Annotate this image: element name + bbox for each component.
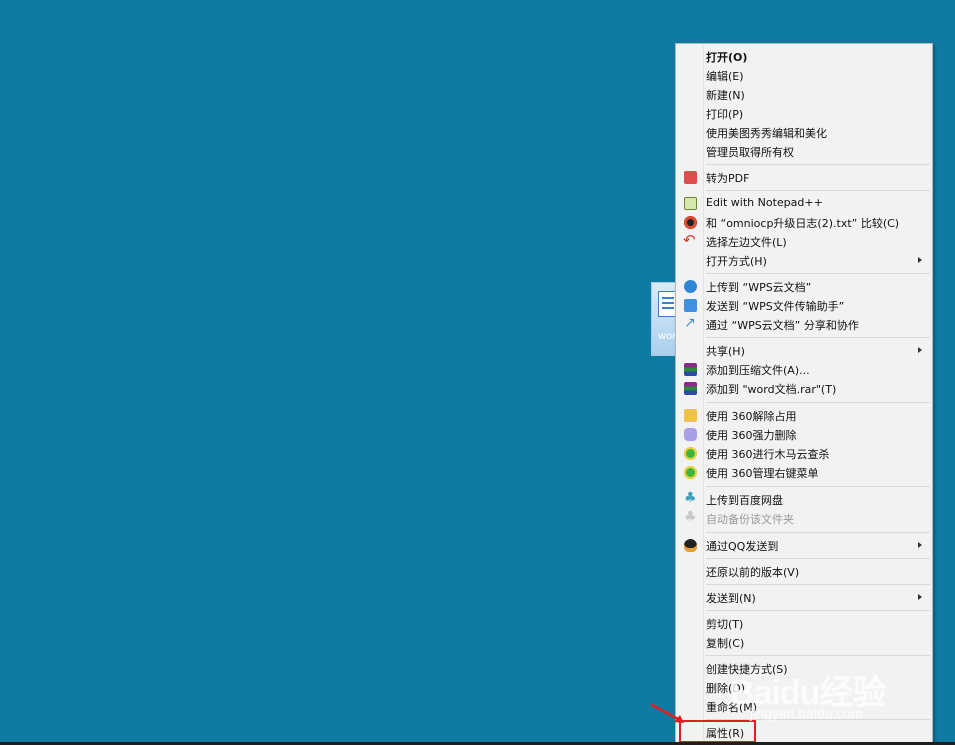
menu-item-label: 添加到 "word文档.rar"(T) bbox=[706, 383, 837, 396]
menu-item-label: 创建快捷方式(S) bbox=[706, 663, 788, 676]
qq-icon bbox=[684, 539, 697, 552]
menu-item-upload-baidu-pan[interactable]: 上传到百度网盘 bbox=[678, 490, 930, 509]
menu-item-label: 打印(P) bbox=[706, 108, 744, 121]
menu-separator bbox=[706, 610, 930, 611]
winrar-icon bbox=[684, 382, 697, 395]
menu-item-label: 转为PDF bbox=[706, 172, 750, 185]
menu-item-label: 使用美图秀秀编辑和美化 bbox=[706, 127, 827, 140]
menu-item-label: 使用 360解除占用 bbox=[706, 410, 797, 423]
menu-item-edit-notepad[interactable]: Edit with Notepad++ bbox=[678, 194, 930, 213]
winrar-icon bbox=[684, 363, 697, 376]
compare-icon bbox=[684, 216, 697, 229]
menu-item-label: 使用 360管理右键菜单 bbox=[706, 467, 819, 480]
menu-separator bbox=[706, 486, 930, 487]
menu-item-open[interactable]: 打开(O) bbox=[678, 47, 930, 66]
menu-item-restore-versions[interactable]: 还原以前的版本(V) bbox=[678, 562, 930, 581]
menu-item-upload-wps[interactable]: 上传到 “WPS云文档” bbox=[678, 277, 930, 296]
menu-separator bbox=[706, 164, 930, 165]
menu-item-send-wps[interactable]: 发送到 “WPS文件传输助手” bbox=[678, 296, 930, 315]
notepad-icon bbox=[684, 197, 697, 210]
menu-item-label: 新建(N) bbox=[706, 89, 745, 102]
menu-item-open-with[interactable]: 打开方式(H) bbox=[678, 251, 930, 270]
menu-separator bbox=[706, 558, 930, 559]
submenu-arrow-icon bbox=[918, 257, 922, 263]
menu-item-label: 属性(R) bbox=[706, 727, 745, 740]
menu-item-label: 复制(C) bbox=[706, 637, 745, 650]
menu-item-properties[interactable]: 属性(R) bbox=[678, 723, 930, 742]
menu-item-rename[interactable]: 重命名(M) bbox=[678, 697, 930, 716]
menu-item-360-manage-menu[interactable]: 使用 360管理右键菜单 bbox=[678, 463, 930, 482]
menu-item-label: 编辑(E) bbox=[706, 70, 744, 83]
menu-separator bbox=[706, 190, 930, 191]
red-pointer-arrow-icon bbox=[650, 703, 684, 723]
shred-360-icon bbox=[684, 428, 697, 441]
menu-item-meitu-edit[interactable]: 使用美图秀秀编辑和美化 bbox=[678, 123, 930, 142]
menu-item-label: 重命名(M) bbox=[706, 701, 758, 714]
submenu-arrow-icon bbox=[918, 347, 922, 353]
menu-item-share[interactable]: 共享(H) bbox=[678, 341, 930, 360]
context-menu: 打开(O) 编辑(E) 新建(N) 打印(P) 使用美图秀秀编辑和美化 管理员取… bbox=[675, 43, 933, 745]
menu-separator bbox=[706, 273, 930, 274]
shield-360-icon bbox=[684, 447, 697, 460]
menu-item-label: 删除(D) bbox=[706, 682, 746, 695]
menu-item-label: 使用 360进行木马云查杀 bbox=[706, 448, 830, 461]
menu-item-select-left[interactable]: 选择左边文件(L) bbox=[678, 231, 930, 251]
baidu-pan-icon bbox=[684, 490, 697, 506]
menu-item-label: 管理员取得所有权 bbox=[706, 146, 794, 159]
menu-item-convert-pdf[interactable]: 转为PDF bbox=[678, 168, 930, 187]
menu-separator bbox=[706, 532, 930, 533]
menu-item-create-shortcut[interactable]: 创建快捷方式(S) bbox=[678, 659, 930, 678]
menu-item-add-archive[interactable]: 添加到压缩文件(A)... bbox=[678, 360, 930, 379]
pdf-icon bbox=[684, 171, 697, 184]
menu-item-label: 剪切(T) bbox=[706, 618, 744, 631]
send-icon bbox=[684, 299, 697, 312]
undo-arrow-icon bbox=[683, 231, 697, 249]
menu-item-delete[interactable]: 删除(D) bbox=[678, 678, 930, 697]
menu-item-compare[interactable]: 和 “omniocp升级日志(2).txt” 比较(C) bbox=[678, 213, 930, 232]
menu-item-label: 添加到压缩文件(A)... bbox=[706, 364, 810, 377]
menu-item-label: 通过 “WPS云文档” 分享和协作 bbox=[706, 319, 859, 332]
menu-item-label: 自动备份该文件夹 bbox=[706, 513, 794, 526]
desktop-file-label: wor bbox=[658, 331, 677, 342]
menu-item-label: 打开方式(H) bbox=[706, 255, 767, 268]
menu-item-label: 发送到 “WPS文件传输助手” bbox=[706, 300, 845, 313]
menu-item-share-wps[interactable]: 通过 “WPS云文档” 分享和协作 bbox=[678, 315, 930, 334]
menu-item-auto-backup: 自动备份该文件夹 bbox=[678, 509, 930, 528]
shield-360-icon bbox=[684, 466, 697, 479]
menu-separator bbox=[706, 402, 930, 403]
share-icon bbox=[684, 315, 697, 331]
menu-item-label: 打开(O) bbox=[706, 51, 748, 64]
menu-separator bbox=[706, 584, 930, 585]
menu-item-360-scan[interactable]: 使用 360进行木马云查杀 bbox=[678, 444, 930, 463]
menu-item-print[interactable]: 打印(P) bbox=[678, 104, 930, 123]
menu-item-label: 通过QQ发送到 bbox=[706, 540, 779, 553]
menu-item-add-rar[interactable]: 添加到 "word文档.rar"(T) bbox=[678, 379, 930, 398]
menu-item-cut[interactable]: 剪切(T) bbox=[678, 614, 930, 633]
menu-item-label: 还原以前的版本(V) bbox=[706, 566, 800, 579]
menu-item-label: 共享(H) bbox=[706, 345, 745, 358]
menu-item-send-to[interactable]: 发送到(N) bbox=[678, 588, 930, 607]
menu-item-edit[interactable]: 编辑(E) bbox=[678, 66, 930, 85]
menu-separator bbox=[706, 655, 930, 656]
menu-item-label: 发送到(N) bbox=[706, 592, 756, 605]
menu-item-label: 上传到 “WPS云文档” bbox=[706, 281, 812, 294]
menu-item-new[interactable]: 新建(N) bbox=[678, 85, 930, 104]
menu-item-copy[interactable]: 复制(C) bbox=[678, 633, 930, 652]
menu-separator bbox=[706, 719, 930, 720]
submenu-arrow-icon bbox=[918, 594, 922, 600]
menu-item-label: 使用 360强力删除 bbox=[706, 429, 797, 442]
menu-item-label: 和 “omniocp升级日志(2).txt” 比较(C) bbox=[706, 217, 900, 230]
menu-item-label: 上传到百度网盘 bbox=[706, 494, 783, 507]
submenu-arrow-icon bbox=[918, 542, 922, 548]
menu-item-label: 选择左边文件(L) bbox=[706, 236, 787, 249]
cloud-upload-icon bbox=[684, 280, 697, 293]
menu-item-360-unlock[interactable]: 使用 360解除占用 bbox=[678, 406, 930, 425]
menu-item-send-qq[interactable]: 通过QQ发送到 bbox=[678, 536, 930, 555]
menu-item-label: Edit with Notepad++ bbox=[706, 196, 823, 209]
menu-separator bbox=[706, 337, 930, 338]
baidu-pan-icon bbox=[684, 509, 697, 525]
menu-item-take-ownership[interactable]: 管理员取得所有权 bbox=[678, 142, 930, 161]
folder-360-icon bbox=[684, 409, 697, 422]
menu-item-360-force-delete[interactable]: 使用 360强力删除 bbox=[678, 425, 930, 444]
